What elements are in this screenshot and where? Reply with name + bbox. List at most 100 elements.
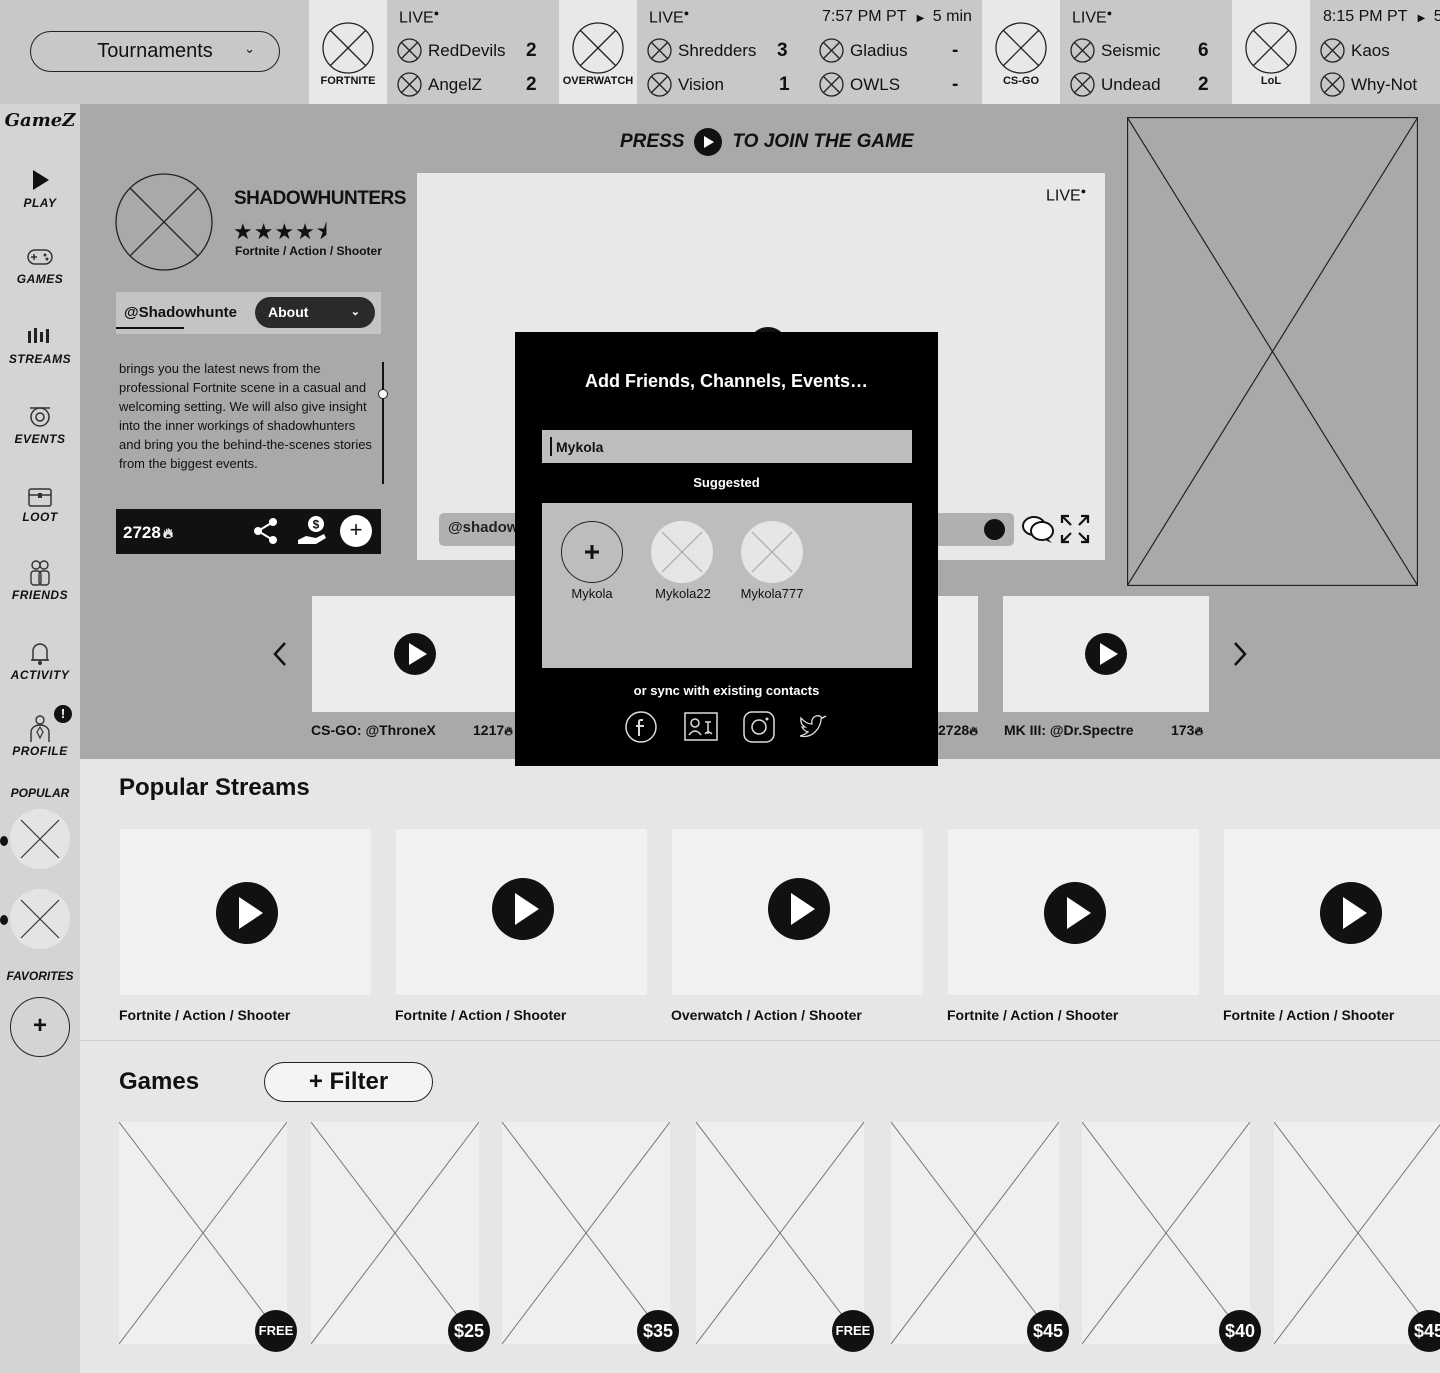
about-dropdown[interactable]: About ⌄ (255, 297, 375, 328)
popular-streams-title: Popular Streams (119, 774, 310, 801)
sidebar-item-loot[interactable]: Loot (0, 480, 80, 550)
match-gladius-owls[interactable]: 7:57 PM PT ▶ 5 min Gladius - OWLS - (809, 0, 982, 104)
streams-icon (28, 328, 49, 343)
donate-icon[interactable]: $ (296, 514, 328, 548)
carousel-next-arrow[interactable] (1228, 640, 1252, 668)
game-name: OVERWATCH (562, 75, 634, 87)
game-card[interactable] (311, 1122, 479, 1344)
channel-handle-tab[interactable]: @Shadowhunte (124, 304, 237, 321)
match-redDevils-angelz[interactable]: LIVE● RedDevils 2 AngelZ 2 (387, 0, 559, 104)
sidebar-item-games[interactable]: Games (0, 242, 80, 312)
stream-genre: Overwatch / Action / Shooter (671, 1007, 862, 1023)
facebook-icon[interactable] (624, 710, 658, 744)
sidebar-item-activity[interactable]: Activity (0, 638, 80, 708)
popular-stream-card[interactable] (672, 829, 923, 995)
events-icon (30, 407, 50, 427)
sidebar-item-events[interactable]: Events (0, 402, 80, 472)
stream-thumbnail[interactable] (312, 596, 518, 712)
fire-count: 2728 🔥︎ (123, 523, 174, 542)
stream-caption: MK III: @Dr.Spectre (1004, 722, 1134, 738)
price-badge: $45 (1408, 1310, 1440, 1352)
scrollbar-thumb[interactable] (378, 389, 388, 399)
team-row: Shredders (647, 38, 756, 63)
notification-badge: ! (54, 705, 72, 723)
carousel-prev-arrow[interactable] (268, 640, 292, 668)
game-logo-placeholder (1245, 22, 1297, 74)
sidebar-item-label: Friends (11, 588, 69, 602)
fullscreen-icon[interactable] (1060, 514, 1090, 544)
chat-icon[interactable] (1021, 514, 1055, 544)
chest-icon (28, 488, 52, 507)
price-badge: $35 (637, 1310, 679, 1352)
stream-thumbnail[interactable] (1003, 596, 1209, 712)
press-to-join-banner: Press to Join the Game (620, 126, 914, 158)
suggestion-avatar[interactable] (651, 521, 713, 583)
instagram-icon[interactable] (742, 710, 776, 744)
team-logo-icon (647, 72, 672, 97)
popular-stream-card[interactable] (396, 829, 647, 995)
search-input[interactable] (542, 430, 912, 463)
team-row: Kaos (1320, 38, 1390, 63)
team-score: 2 (1198, 74, 1209, 95)
game-tile-lol[interactable]: LoL (1232, 0, 1310, 104)
popular-stream-card[interactable] (120, 829, 371, 995)
match-shredders-vision[interactable]: LIVE● Shredders 3 Vision 1 (637, 0, 809, 104)
game-tile-overwatch[interactable]: OVERWATCH (559, 0, 637, 104)
suggestion-add-mykola[interactable] (561, 521, 623, 583)
tournaments-dropdown[interactable]: Tournaments ⌄ (30, 31, 280, 72)
share-icon[interactable] (251, 516, 281, 546)
team-logo-icon (819, 38, 844, 63)
game-card[interactable] (1082, 1122, 1250, 1344)
popular-channel-avatar[interactable] (10, 809, 70, 869)
sidebar-item-play[interactable]: Play (0, 166, 80, 236)
favorites-label: Favorites (6, 969, 74, 983)
add-favorite-button[interactable]: + (10, 997, 70, 1057)
channel-avatar[interactable] (115, 173, 213, 271)
price-badge: FREE (832, 1310, 874, 1352)
game-card[interactable] (891, 1122, 1059, 1344)
live-indicator-dot (0, 915, 8, 925)
plus-icon (585, 545, 599, 559)
popular-stream-card[interactable] (948, 829, 1199, 995)
description-scrollbar[interactable] (382, 362, 384, 484)
join-play-button[interactable] (694, 128, 723, 156)
active-tab-underline (116, 327, 184, 329)
match-kaos-whynot[interactable]: 8:15 PM PT ▶ 5 Kaos Why-Not (1310, 0, 1440, 104)
match-seismic-undead[interactable]: LIVE● Seismic 6 Undead 2 (1060, 0, 1232, 104)
team-score: - (952, 40, 959, 61)
game-name: FORTNITE (320, 75, 376, 87)
sidebar-item-friends[interactable]: Friends (0, 558, 80, 628)
team-name: Gladius (850, 40, 908, 60)
chat-send-dot[interactable] (984, 519, 1005, 540)
sidebar-item-profile[interactable]: Profile (0, 714, 80, 784)
suggestion-avatar[interactable] (741, 521, 803, 583)
sidebar-item-streams[interactable]: Streams (0, 322, 80, 392)
contacts-icon[interactable] (684, 710, 718, 744)
play-icon (394, 633, 436, 675)
team-name: AngelZ (428, 74, 482, 94)
game-card[interactable] (696, 1122, 864, 1344)
stream-thumbnail[interactable] (938, 596, 978, 712)
ad-banner-placeholder[interactable] (1127, 117, 1418, 586)
game-tile-fortnite[interactable]: FORTNITE (309, 0, 387, 104)
stream-genre: Fortnite / Action / Shooter (395, 1007, 567, 1023)
sync-contacts-label: or sync with existing contacts (633, 683, 820, 698)
team-logo-icon (1320, 72, 1345, 97)
game-tile-csgo[interactable]: CS-GO (982, 0, 1060, 104)
app-logo[interactable]: GameZ (0, 110, 80, 131)
popular-stream-card[interactable] (1224, 829, 1440, 995)
game-card[interactable] (502, 1122, 670, 1344)
play-icon (1085, 633, 1127, 675)
section-divider (80, 1040, 1440, 1041)
sidebar-item-label: Events (14, 432, 66, 446)
about-label: About (268, 304, 309, 320)
game-card[interactable] (119, 1122, 287, 1344)
follow-add-button[interactable]: + (340, 515, 372, 547)
match-time: 8:15 PM PT ▶ 5 (1323, 8, 1440, 25)
filter-button[interactable]: + Filter (264, 1062, 433, 1102)
team-logo-icon (1070, 38, 1095, 63)
popular-channel-avatar[interactable] (10, 889, 70, 949)
suggestion-name: Mykola (571, 586, 613, 601)
twitter-icon[interactable] (797, 710, 831, 744)
match-time: 7:57 PM PT ▶ 5 min (822, 8, 972, 25)
